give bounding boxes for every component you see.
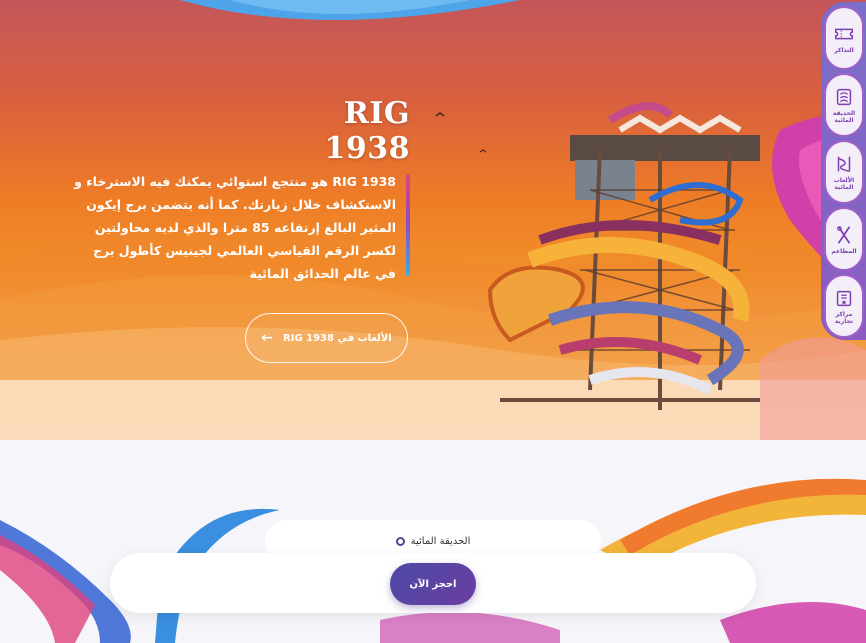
- description-accent-bar: [406, 174, 410, 276]
- hero-section: RIG 1938 RIG 1938 هو منتجع استوائي يمكنك…: [0, 0, 866, 440]
- slide-icon: [837, 156, 851, 173]
- side-menu-label: الحديقة المائية: [832, 110, 856, 124]
- side-menu: التذاكر الحديقة المائية الألعاب المائية …: [821, 2, 866, 340]
- side-menu-item-waterpark[interactable]: الحديقة المائية: [824, 73, 864, 137]
- side-menu-item-tickets[interactable]: التذاكر: [824, 6, 864, 70]
- page: RIG 1938 RIG 1938 هو منتجع استوائي يمكنك…: [0, 0, 866, 643]
- description-block: RIG 1938 هو منتجع استوائي يمكنك فيه الاس…: [70, 170, 410, 285]
- arrow-left-icon: ←: [261, 330, 274, 346]
- waterpark-option-label: الحديقة المائية: [410, 535, 471, 547]
- side-menu-label: المطاعم: [831, 247, 857, 255]
- side-menu-label: مراكز تجارية: [834, 311, 854, 325]
- shop-icon: [836, 290, 852, 307]
- waterpark-icon: [836, 88, 852, 106]
- side-menu-item-rides[interactable]: الألعاب المائية: [824, 140, 864, 204]
- games-button[interactable]: الألعاب في RIG 1938 ←: [245, 313, 408, 363]
- games-button-label: الألعاب في RIG 1938: [283, 332, 392, 344]
- waterslide-tower-image: [487, 102, 760, 410]
- side-menu-label: الألعاب المائية: [833, 177, 855, 191]
- side-menu-label: التذاكر: [834, 46, 854, 54]
- description-text: RIG 1938 هو منتجع استوائي يمكنك فيه الاس…: [74, 174, 396, 281]
- dining-icon: [837, 225, 851, 244]
- side-menu-item-restaurants[interactable]: المطاعم: [824, 207, 864, 271]
- waterpark-radio[interactable]: [395, 536, 405, 546]
- side-menu-item-shopping[interactable]: مراكز تجارية: [824, 274, 864, 338]
- ticket-icon: [835, 28, 853, 39]
- page-title: RIG 1938: [324, 96, 410, 166]
- book-now-button[interactable]: احجز الآن: [390, 563, 476, 605]
